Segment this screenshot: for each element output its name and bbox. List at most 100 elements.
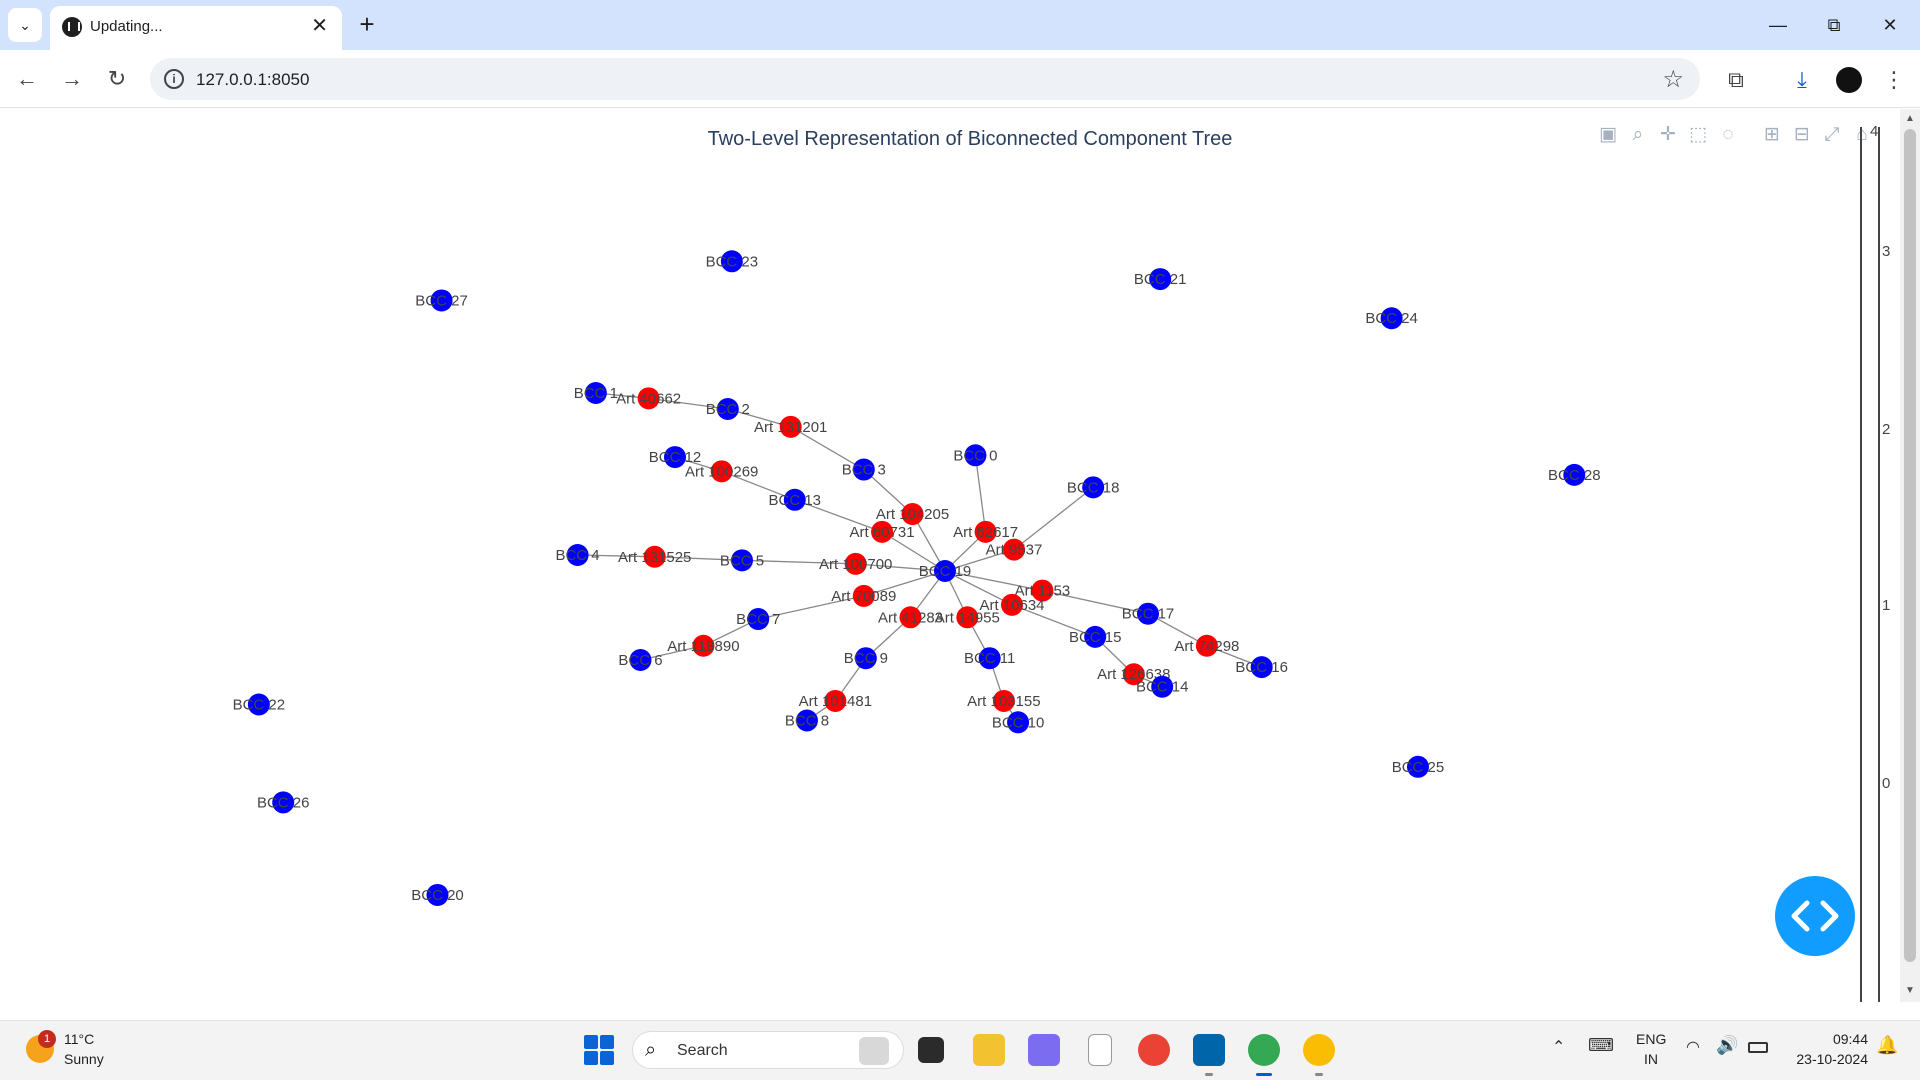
bcc-node[interactable]: BCC 23 bbox=[706, 250, 759, 273]
bcc-node[interactable]: BCC 19 bbox=[919, 560, 972, 582]
extensions-icon[interactable]: ⧉ bbox=[1722, 66, 1750, 94]
minimize-button[interactable]: — bbox=[1758, 10, 1798, 40]
forward-button[interactable]: → bbox=[57, 64, 87, 94]
bcc-node[interactable]: BCC 6 bbox=[618, 649, 663, 671]
browser-tab[interactable]: Updating... ✕ bbox=[50, 6, 342, 50]
bcc-node[interactable]: BCC 13 bbox=[769, 488, 822, 511]
autoscale-icon[interactable]: ⤢ bbox=[1820, 123, 1844, 147]
chrome-profile-2-icon[interactable] bbox=[1303, 1034, 1335, 1066]
articulation-node-label: Art 62617 bbox=[953, 524, 1018, 541]
battery-icon[interactable] bbox=[1748, 1042, 1768, 1053]
articulation-node[interactable]: Art 131525 bbox=[618, 545, 691, 568]
box-select-icon[interactable]: ⬚ bbox=[1686, 123, 1710, 147]
region-label[interactable]: IN bbox=[1644, 1051, 1658, 1067]
bcc-node[interactable]: BCC 12 bbox=[649, 446, 702, 469]
bcc-node[interactable]: BCC 2 bbox=[706, 398, 750, 421]
close-window-button[interactable]: ✕ bbox=[1870, 10, 1910, 40]
bcc-node[interactable]: BCC 26 bbox=[257, 791, 310, 814]
articulation-node[interactable]: Art 103155 bbox=[967, 689, 1041, 712]
file-explorer-icon[interactable] bbox=[973, 1034, 1005, 1066]
bcc-node[interactable]: BCC 28 bbox=[1548, 463, 1601, 486]
download-icon[interactable]: ⤓ bbox=[1788, 66, 1816, 94]
address-bar[interactable]: i 127.0.0.1:8050 ☆ bbox=[150, 58, 1700, 100]
start-button[interactable] bbox=[584, 1035, 614, 1065]
zoom-icon[interactable]: ⌕ bbox=[1626, 123, 1650, 147]
scroll-down-icon[interactable]: ▼ bbox=[1900, 985, 1920, 996]
bcc-node[interactable]: BCC 11 bbox=[964, 647, 1015, 670]
bcc-node[interactable]: BCC 1 bbox=[574, 382, 618, 404]
graph-plot[interactable]: Two-Level Representation of Biconnected … bbox=[0, 109, 1900, 1002]
bcc-node-label: BCC 20 bbox=[411, 887, 464, 904]
articulation-node[interactable]: Art 9537 bbox=[986, 538, 1043, 561]
zoom-in-icon[interactable]: ⊞ bbox=[1760, 123, 1784, 147]
scroll-up-icon[interactable]: ▲ bbox=[1900, 113, 1920, 124]
bcc-node[interactable]: BCC 18 bbox=[1067, 476, 1120, 499]
camera-icon[interactable]: ▣ bbox=[1596, 123, 1620, 147]
bcc-node[interactable]: BCC 22 bbox=[233, 693, 286, 716]
articulation-node[interactable]: Art 60731 bbox=[850, 520, 915, 543]
keyboard-icon[interactable]: ⌨ bbox=[1588, 1035, 1614, 1056]
bcc-node[interactable]: BCC 0 bbox=[953, 444, 998, 467]
weather-condition[interactable]: Sunny bbox=[64, 1051, 104, 1067]
articulation-node[interactable]: Art 74298 bbox=[1174, 634, 1239, 657]
pan-icon[interactable]: ✛ bbox=[1656, 123, 1680, 147]
dash-devtools-button[interactable] bbox=[1775, 876, 1855, 956]
bcc-node[interactable]: BCC 21 bbox=[1134, 268, 1187, 291]
vertical-scrollbar[interactable]: ▲ ▼ bbox=[1900, 109, 1920, 1002]
site-info-icon[interactable]: i bbox=[164, 69, 184, 89]
profile-avatar[interactable] bbox=[1836, 67, 1862, 93]
chrome-profile-icon[interactable] bbox=[1248, 1034, 1280, 1066]
vscode-icon[interactable] bbox=[1193, 1034, 1225, 1066]
articulation-node[interactable]: Art 118890 bbox=[667, 634, 740, 657]
copilot-icon[interactable] bbox=[1028, 1034, 1060, 1066]
bcc-node[interactable]: BCC 27 bbox=[415, 289, 468, 312]
volume-icon[interactable]: 🔊 bbox=[1716, 1035, 1738, 1056]
wifi-icon[interactable]: ◠ bbox=[1686, 1037, 1700, 1057]
bcc-node[interactable]: BCC 8 bbox=[785, 709, 829, 732]
bcc-node[interactable]: BCC 16 bbox=[1235, 656, 1288, 679]
articulation-node[interactable]: Art 101481 bbox=[799, 689, 872, 712]
bcc-node[interactable]: BCC 10 bbox=[992, 711, 1045, 734]
bcc-node[interactable]: BCC 3 bbox=[842, 458, 886, 481]
close-tab-icon[interactable]: ✕ bbox=[311, 15, 328, 37]
bcc-node[interactable]: BCC 24 bbox=[1365, 307, 1418, 330]
restore-button[interactable]: ⧉ bbox=[1814, 10, 1854, 40]
clock-date[interactable]: 23-10-2024 bbox=[1786, 1051, 1868, 1067]
bcc-node[interactable]: BCC 20 bbox=[411, 883, 464, 906]
reload-button[interactable]: ↻ bbox=[102, 64, 132, 94]
articulation-node[interactable]: Art 62617 bbox=[953, 520, 1018, 543]
notepad-icon[interactable] bbox=[1088, 1034, 1112, 1066]
task-view-icon[interactable] bbox=[918, 1037, 944, 1063]
articulation-node[interactable]: Art 14955 bbox=[935, 606, 1000, 629]
bcc-node[interactable]: BCC 5 bbox=[720, 549, 764, 572]
notification-bell-icon[interactable]: 🔔 bbox=[1876, 1035, 1898, 1056]
bcc-node[interactable]: BCC 4 bbox=[555, 543, 600, 566]
bookmark-star-icon[interactable]: ☆ bbox=[1662, 65, 1684, 94]
bcc-node[interactable]: BCC 25 bbox=[1392, 755, 1445, 778]
taskbar-search[interactable]: ⌕ Search bbox=[632, 1031, 904, 1069]
more-menu-icon[interactable]: ⋮ bbox=[1880, 66, 1908, 94]
bcc-node[interactable]: BCC 17 bbox=[1122, 602, 1175, 625]
weather-temperature[interactable]: 11°C bbox=[64, 1031, 94, 1047]
chevron-up-icon[interactable]: ⌃ bbox=[1552, 1037, 1565, 1057]
back-button[interactable]: ← bbox=[12, 64, 42, 94]
bcc-node[interactable]: BCC 7 bbox=[736, 608, 780, 631]
scroll-thumb[interactable] bbox=[1904, 129, 1916, 962]
zoom-out-icon[interactable]: ⊟ bbox=[1790, 123, 1814, 147]
articulation-node[interactable]: Art 100700 bbox=[819, 552, 892, 575]
bcc-node[interactable]: BCC 15 bbox=[1069, 625, 1122, 648]
new-tab-button[interactable]: + bbox=[352, 10, 382, 40]
articulation-node[interactable]: Art 131201 bbox=[754, 415, 827, 438]
lasso-icon[interactable]: ◌ bbox=[1716, 123, 1740, 147]
chrome-icon[interactable] bbox=[1138, 1034, 1170, 1066]
language-label[interactable]: ENG bbox=[1636, 1031, 1666, 1047]
articulation-node[interactable]: Art 104205 bbox=[876, 503, 949, 526]
articulation-node[interactable]: Art 40662 bbox=[616, 387, 681, 410]
bcc-node[interactable]: BCC 9 bbox=[844, 647, 888, 670]
articulation-node[interactable]: Art 70089 bbox=[831, 584, 896, 607]
url-text[interactable]: 127.0.0.1:8050 bbox=[196, 70, 309, 90]
articulation-node[interactable]: Art 41283 bbox=[878, 606, 943, 629]
bcc-node[interactable]: BCC 14 bbox=[1136, 675, 1189, 698]
clock-time[interactable]: 09:44 bbox=[1802, 1031, 1868, 1047]
tab-search-button[interactable]: ⌄ bbox=[8, 8, 42, 42]
